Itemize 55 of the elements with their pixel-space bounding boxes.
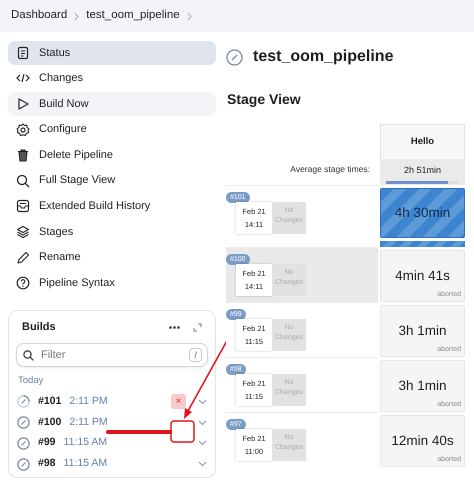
stage-duration: 4min 41s: [394, 266, 451, 285]
stage-duration: 3h 1min: [397, 376, 448, 395]
play-icon: [16, 96, 30, 111]
build-time: 2:11 PM: [69, 394, 108, 410]
group-label: Today: [17, 374, 44, 388]
stage-duration: 4h 30min: [394, 204, 452, 222]
sidebar-item[interactable]: Delete Pipeline: [8, 143, 216, 167]
page-title: test_oom_pipeline: [253, 47, 394, 67]
stage-duration: 12min 40s: [390, 432, 455, 450]
sidebar-item[interactable]: Changes: [8, 66, 216, 90]
status-icon: [226, 48, 243, 66]
annotation-line: [106, 429, 172, 435]
trash-icon: [16, 148, 30, 162]
build-number[interactable]: #98: [38, 456, 56, 472]
search-icon: [16, 174, 30, 188]
running-stage-cell[interactable]: 4h 30min: [380, 188, 465, 238]
sidebar-item[interactable]: Pipeline Syntax: [8, 271, 216, 295]
inbox-icon: [16, 199, 30, 214]
build-time: 11:15 AM: [64, 435, 108, 450]
build-time: 2:11 PM: [69, 414, 108, 430]
expand-icon[interactable]: [193, 322, 202, 332]
build-number[interactable]: #99: [38, 435, 56, 452]
chevron-icon: [73, 12, 80, 20]
shortcut-key: /: [189, 348, 202, 362]
build-time: 11:15 AM: [64, 456, 108, 472]
sidebar-item[interactable]: Status: [8, 41, 216, 64]
sidebar-item[interactable]: Stages: [8, 220, 216, 244]
sidebar-item[interactable]: Full Stage View: [8, 168, 216, 192]
annotation-frame: [170, 420, 195, 443]
panel-title: Builds: [22, 320, 56, 335]
build-number[interactable]: #101: [38, 394, 62, 410]
chevron-icon[interactable]: [198, 461, 207, 467]
chevron-icon[interactable]: [198, 440, 207, 446]
help-icon: [16, 276, 30, 290]
chevron-icon[interactable]: [198, 420, 207, 426]
chevron-icon: [186, 12, 193, 20]
section-heading: Stage View: [227, 90, 302, 109]
breadcrumb-link[interactable]: Dashboard: [11, 7, 68, 25]
more-icon[interactable]: [169, 326, 180, 329]
pencil-icon: [16, 250, 30, 264]
layers-icon: [16, 224, 30, 239]
sidebar-item[interactable]: Configure: [8, 118, 216, 142]
search-icon: [23, 350, 34, 361]
stage-header: Hello: [380, 124, 465, 159]
sidebar-item[interactable]: Rename: [8, 246, 216, 270]
settings-icon: [16, 122, 30, 137]
average-time: 2h 51min: [402, 164, 442, 177]
build-number[interactable]: #100: [38, 414, 62, 430]
sidebar-item[interactable]: Build Now: [8, 92, 216, 116]
average-label: Average stage times:: [289, 163, 371, 176]
chevron-icon[interactable]: [198, 398, 207, 405]
document-icon: [16, 46, 30, 60]
sidebar-item[interactable]: Extended Build History: [8, 194, 216, 218]
breadcrumb-link[interactable]: test_oom_pipeline: [86, 7, 180, 25]
stage-duration: 3h 1min: [397, 322, 448, 340]
